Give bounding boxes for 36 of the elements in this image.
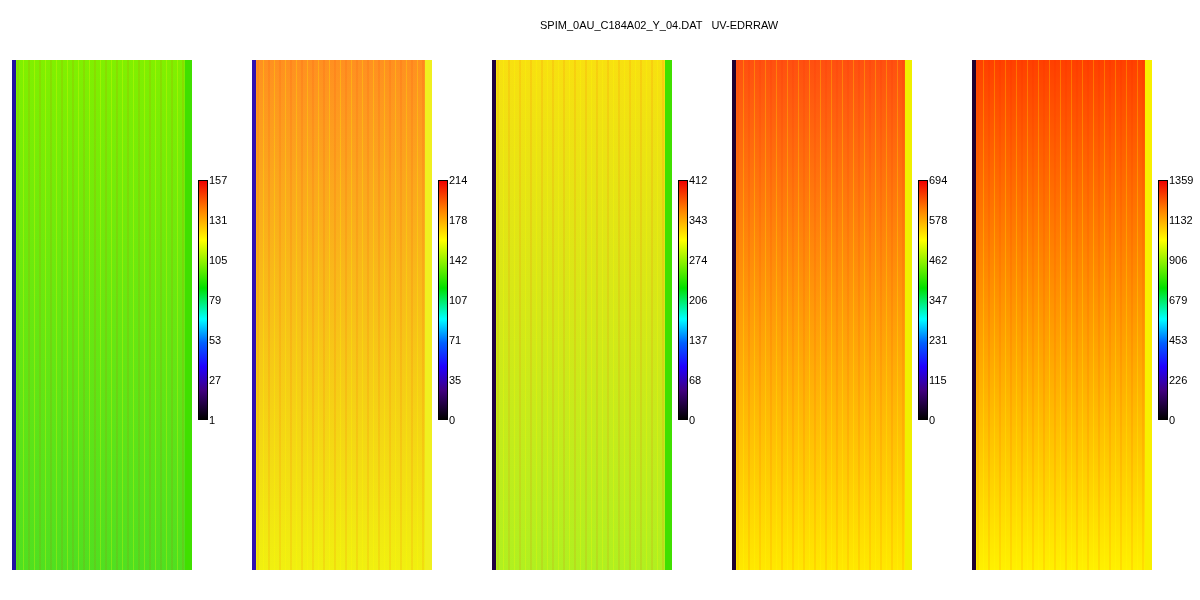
- tick-label: 231: [929, 334, 948, 346]
- tick-label: 679: [1169, 294, 1189, 306]
- tick-label: 453: [1169, 334, 1189, 346]
- tick-label: 27: [209, 374, 223, 386]
- tick-label: 53: [209, 334, 223, 346]
- tick-label: 115: [929, 374, 948, 386]
- tick-label: 347: [929, 294, 948, 306]
- tick-label: 137: [689, 334, 708, 346]
- tick-label: 131: [209, 214, 228, 226]
- tick-label: 79: [209, 294, 223, 306]
- tick-label: 694: [929, 174, 948, 186]
- tick-label: 0: [449, 414, 457, 426]
- tick-label: 206: [689, 294, 708, 306]
- tick-label: 68: [689, 374, 703, 386]
- tick-label: 1132: [1169, 214, 1194, 226]
- tick-label: 578: [929, 214, 948, 226]
- tick-label: 35: [449, 374, 463, 386]
- tick-label: 1359: [1169, 174, 1194, 186]
- tick-label: 142: [449, 254, 468, 266]
- tick-label: 274: [689, 254, 708, 266]
- tick-label: 1: [209, 414, 217, 426]
- tick-label: 226: [1169, 374, 1189, 386]
- tick-label: 343: [689, 214, 708, 226]
- tick-label: 157: [209, 174, 228, 186]
- tick-label: 0: [929, 414, 937, 426]
- tick-label: 105: [209, 254, 228, 266]
- tick-label: 214: [449, 174, 468, 186]
- tick-label: 412: [689, 174, 708, 186]
- plot-title: SPIM_0AU_C184A02_Y_04.DAT UV-EDRRAW: [540, 19, 779, 31]
- tick-label: 178: [449, 214, 468, 226]
- tick-label: 0: [1169, 414, 1177, 426]
- tick-label: 107: [449, 294, 468, 306]
- tick-label: 0: [689, 414, 697, 426]
- tick-label: 462: [929, 254, 948, 266]
- tick-label: 906: [1169, 254, 1189, 266]
- tick-label: 71: [449, 334, 463, 346]
